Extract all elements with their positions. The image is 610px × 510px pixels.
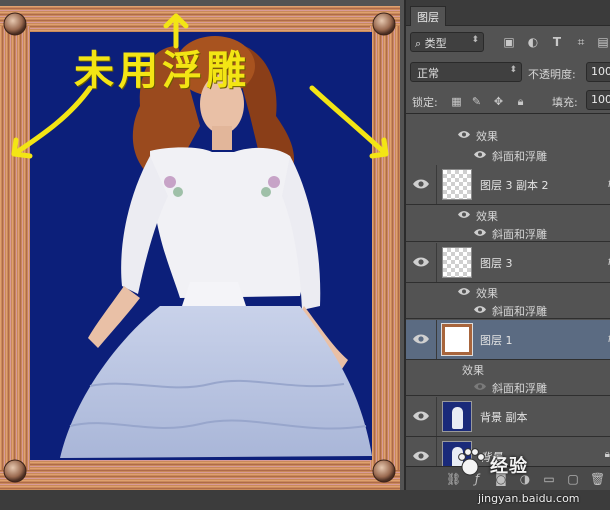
chevron-updown-icon: ⬍ [471, 35, 479, 45]
eye-icon[interactable] [474, 228, 486, 237]
eye-icon[interactable] [458, 210, 470, 219]
blend-row: 正常 ⬍ 不透明度: 100% [406, 60, 610, 86]
blend-mode-select[interactable]: 正常 ⬍ [410, 62, 522, 82]
frame-bolt-top-left [3, 12, 27, 36]
blend-mode-value: 正常 [417, 67, 439, 80]
effects-label: 效果 [476, 130, 498, 143]
effects-label: 效果 [476, 210, 498, 223]
layer-thumbnail [442, 401, 472, 432]
text-filter-icon[interactable]: T [550, 35, 564, 49]
layer-effects-row[interactable]: 效果 [406, 282, 610, 301]
layer-effect-item[interactable]: 斜面和浮雕 [406, 145, 610, 164]
baidu-jingyan-watermark: 经验 jingyan.baidu.com [444, 442, 604, 506]
effect-name: 斜面和浮雕 [492, 150, 547, 163]
layer-name[interactable]: 图层 1 [480, 332, 513, 348]
divider [436, 243, 437, 282]
opacity-label: 不透明度: [528, 68, 576, 81]
search-icon: ⌕ [415, 37, 422, 50]
lock-label: 锁定: [412, 96, 438, 109]
panel-tab-bar: 图层 [406, 0, 610, 26]
adjustment-filter-icon[interactable]: ◐ [526, 35, 540, 49]
layers-panel: 图层 ⌕ 类型 ⬍ ▣ ◐ T ⌗ ▤ 正常 ⬍ 不透明度: 100% 锁定: … [404, 0, 610, 490]
divider [436, 437, 437, 466]
layer-row[interactable]: 图层 3 fx [406, 243, 610, 283]
layer-row-selected[interactable]: 图层 1 fx [406, 320, 610, 360]
eye-icon[interactable] [458, 130, 470, 139]
fill-input[interactable]: 100% [586, 90, 610, 110]
frame-bolt-top-right [372, 12, 396, 36]
effect-name: 斜面和浮雕 [492, 305, 547, 318]
layer-name[interactable]: 图层 3 副本 2 [480, 177, 549, 193]
eye-icon[interactable] [413, 178, 429, 190]
fill-label: 填充: [552, 96, 578, 109]
lock-transparent-icon[interactable]: ▦ [450, 95, 463, 108]
layer-effect-item[interactable]: 斜面和浮雕 [406, 377, 610, 396]
shape-filter-icon[interactable]: ⌗ [574, 35, 588, 49]
filter-row: ⌕ 类型 ⬍ ▣ ◐ T ⌗ ▤ [406, 30, 610, 56]
effects-label: 效果 [462, 364, 484, 377]
document-canvas-area[interactable]: 未用浮雕 [0, 0, 404, 490]
eye-icon[interactable] [474, 150, 486, 159]
lock-paint-icon[interactable]: ✎ [470, 95, 483, 108]
eye-icon-disabled[interactable] [474, 382, 486, 391]
layer-effect-item[interactable]: 斜面和浮雕 [406, 223, 610, 242]
paw-logo-icon [458, 448, 485, 476]
smart-object-filter-icon[interactable]: ▤ [596, 35, 610, 49]
effect-name: 斜面和浮雕 [492, 228, 547, 241]
frame-bolt-bottom-left [3, 459, 27, 483]
eye-icon[interactable] [413, 333, 429, 345]
divider [436, 320, 437, 359]
eye-icon[interactable] [413, 256, 429, 268]
eye-icon[interactable] [413, 410, 429, 422]
layer-thumbnail [442, 169, 472, 200]
chevron-updown-icon: ⬍ [509, 65, 517, 75]
layer-effects-row[interactable]: 效果 [406, 205, 610, 224]
layer-row[interactable]: 背景 副本 [406, 397, 610, 437]
lock-move-icon[interactable]: ✥ [492, 95, 505, 108]
divider [436, 397, 437, 436]
watermark-brand: 经验 [490, 456, 528, 477]
effects-label: 效果 [476, 287, 498, 300]
watermark-url: jingyan.baidu.com [478, 492, 580, 505]
layer-thumbnail [441, 323, 473, 356]
layer-effects-row[interactable]: 效果 [406, 125, 610, 144]
layers-list[interactable]: 效果 斜面和浮雕 图层 3 副本 2 fx 效果 斜面和浮雕 图层 3 [406, 115, 610, 466]
opacity-input[interactable]: 100% [586, 62, 610, 82]
filter-kind-label: 类型 [424, 37, 447, 50]
lock-icon: 🔒︎ [604, 449, 610, 460]
filter-kind-select[interactable]: ⌕ 类型 ⬍ [410, 32, 484, 52]
layer-effects-row[interactable]: 效果 [406, 359, 610, 378]
eye-icon[interactable] [458, 287, 470, 296]
lock-all-icon[interactable]: 🔒︎ [514, 95, 527, 108]
image-filter-icon[interactable]: ▣ [502, 35, 516, 49]
annotation-headline: 未用浮雕 [74, 48, 250, 94]
divider [436, 165, 437, 204]
eye-icon[interactable] [413, 450, 429, 462]
frame-bolt-bottom-right [372, 459, 396, 483]
layer-thumbnail [442, 247, 472, 278]
tab-layers[interactable]: 图层 [410, 6, 446, 26]
layer-row[interactable]: 图层 3 副本 2 fx [406, 165, 610, 205]
eye-icon[interactable] [474, 305, 486, 314]
lock-row: 锁定: ▦ ✎ ✥ 🔒︎ 填充: 100% [406, 88, 610, 114]
effect-name: 斜面和浮雕 [492, 382, 547, 395]
layer-name[interactable]: 图层 3 [480, 255, 513, 271]
layer-name[interactable]: 背景 副本 [480, 409, 528, 425]
layer-effect-item[interactable]: 斜面和浮雕 [406, 300, 610, 319]
